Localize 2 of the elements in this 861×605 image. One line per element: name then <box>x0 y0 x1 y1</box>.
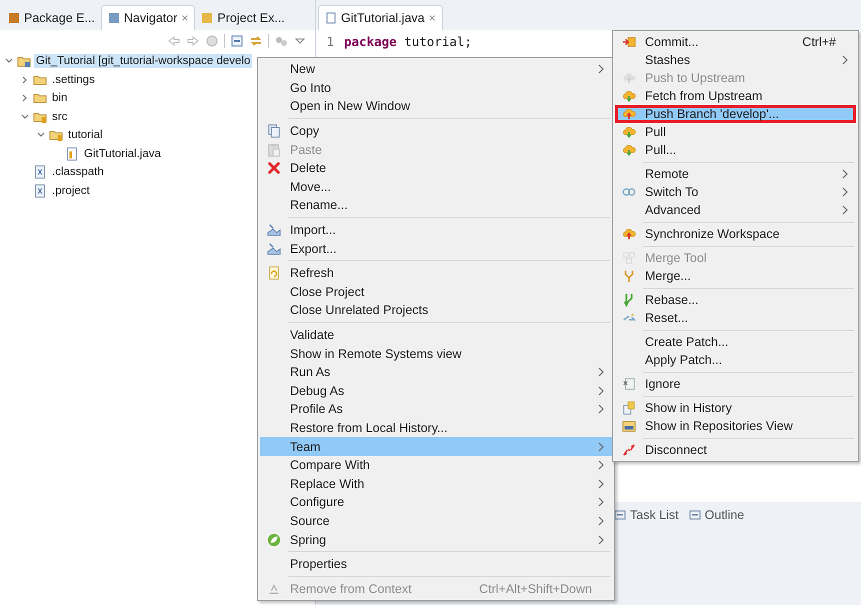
code-line: package tutorial; <box>344 34 472 48</box>
line-number: 1 <box>325 34 334 48</box>
